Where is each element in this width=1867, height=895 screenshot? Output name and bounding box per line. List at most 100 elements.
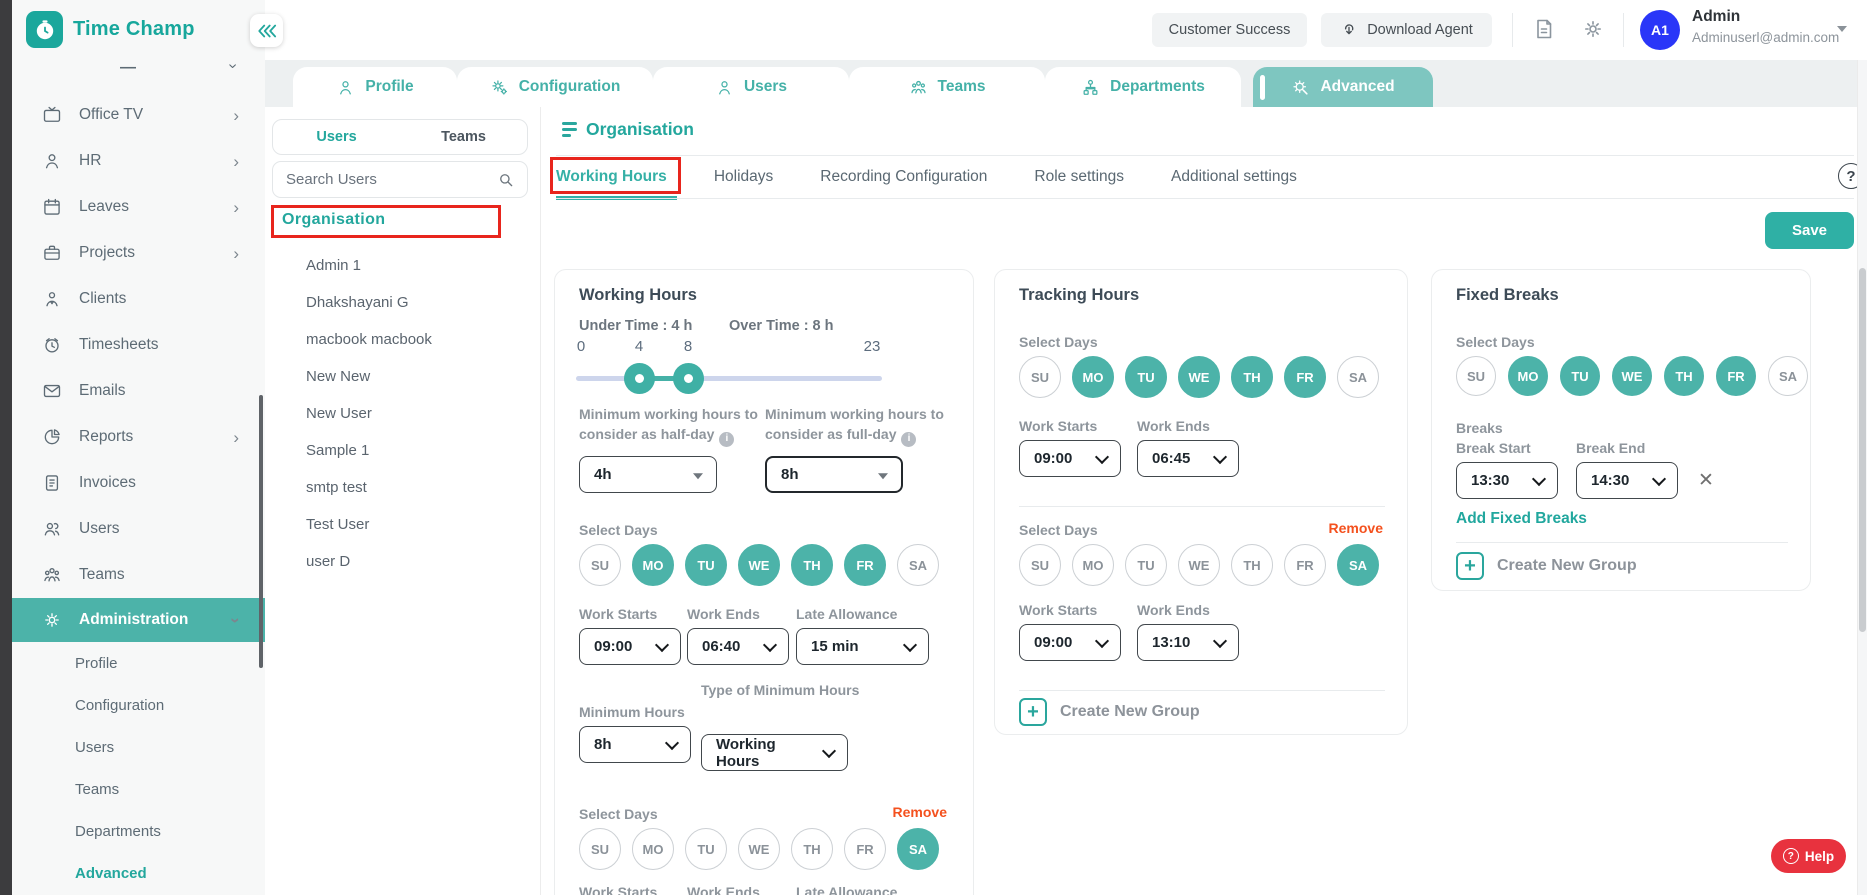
gear-icon[interactable]	[1581, 17, 1605, 41]
half-day-select[interactable]: 4h	[579, 456, 717, 493]
day-chip[interactable]: WE	[738, 544, 780, 586]
day-chip[interactable]: FR	[844, 828, 886, 870]
help-fab-button[interactable]: ? Help	[1771, 839, 1846, 873]
sidebar-item-office-tv[interactable]: Office TV ›	[12, 92, 265, 138]
day-chip[interactable]: WE	[738, 828, 780, 870]
work-starts-select[interactable]: 09:00	[1019, 440, 1121, 477]
day-chip[interactable]: FR	[844, 544, 886, 586]
search-input[interactable]	[286, 162, 496, 197]
work-ends-select[interactable]: 06:40	[687, 628, 789, 665]
sidebar-item-users[interactable]: Users	[12, 506, 265, 552]
sidebar-item-hr[interactable]: HR ›	[12, 138, 265, 184]
full-day-select[interactable]: 8h	[765, 456, 903, 493]
day-chip[interactable]: TH	[791, 544, 833, 586]
tab-configuration[interactable]: Configuration	[457, 67, 653, 107]
day-chip[interactable]: FR	[1284, 356, 1326, 398]
remove-break-icon[interactable]: ✕	[1698, 469, 1714, 492]
day-chip[interactable]: SU	[579, 544, 621, 586]
tab-departments[interactable]: Departments	[1045, 67, 1241, 107]
day-chip[interactable]: TH	[1231, 544, 1273, 586]
work-ends-select[interactable]: 06:45	[1137, 440, 1239, 477]
tab-advanced[interactable]: Advanced	[1253, 67, 1433, 107]
subtab-recording-configuration[interactable]: Recording Configuration	[820, 168, 987, 186]
day-chip[interactable]: SA	[897, 544, 939, 586]
sidebar-collapse-button[interactable]	[250, 14, 283, 47]
avatar[interactable]: A1	[1640, 10, 1680, 50]
list-item-user[interactable]: macbook macbook	[306, 321, 530, 358]
sidebar-item-teams[interactable]: Teams	[12, 552, 265, 598]
sidebar-subitem-configuration[interactable]: Configuration	[12, 684, 265, 726]
list-item-user[interactable]: smtp test	[306, 469, 530, 506]
list-item-user[interactable]: user D	[306, 543, 530, 580]
minimum-hours-select[interactable]: 8h	[579, 726, 691, 763]
day-chip[interactable]: MO	[632, 828, 674, 870]
document-icon[interactable]	[1532, 17, 1556, 41]
day-chip[interactable]: FR	[1284, 544, 1326, 586]
sidebar-item-partial[interactable]: — ›	[12, 57, 265, 83]
create-new-group-button[interactable]: + Create New Group	[1456, 552, 1637, 580]
subtab-role-settings[interactable]: Role settings	[1034, 168, 1124, 186]
break-end-select[interactable]: 14:30	[1576, 462, 1678, 499]
day-chip[interactable]: TH	[1664, 356, 1704, 396]
day-chip[interactable]: SA	[1768, 356, 1808, 396]
tab-profile[interactable]: Profile	[293, 67, 457, 107]
tab-teams[interactable]: Teams	[849, 67, 1045, 107]
work-starts-select[interactable]: 09:00	[579, 628, 681, 665]
subtab-additional-settings[interactable]: Additional settings	[1171, 168, 1297, 186]
panel-tab-users[interactable]: Users	[273, 120, 400, 154]
day-chip[interactable]: WE	[1178, 356, 1220, 398]
day-chip[interactable]: MO	[1072, 544, 1114, 586]
day-chip[interactable]: TU	[1125, 356, 1167, 398]
info-icon[interactable]: i	[901, 432, 917, 448]
sidebar-item-invoices[interactable]: Invoices	[12, 460, 265, 506]
late-allowance-select[interactable]: 15 min	[796, 628, 929, 665]
info-icon[interactable]: i	[719, 432, 735, 448]
sidebar-item-administration[interactable]: Administration ›	[12, 598, 265, 642]
day-chip[interactable]: TU	[685, 544, 727, 586]
sidebar-subitem-profile[interactable]: Profile	[12, 642, 265, 684]
subtab-working-hours[interactable]: Working Hours	[556, 168, 667, 186]
panel-tab-teams[interactable]: Teams	[400, 120, 527, 154]
add-fixed-breaks-link[interactable]: Add Fixed Breaks	[1456, 510, 1587, 528]
day-chip[interactable]: SA	[1337, 544, 1379, 586]
day-chip[interactable]: SU	[1019, 544, 1061, 586]
list-item-user[interactable]: Test User	[306, 506, 530, 543]
list-item-user[interactable]: Dhakshayani G	[306, 284, 530, 321]
download-agent-button[interactable]: Download Agent	[1321, 13, 1492, 47]
remove-group-link[interactable]: Remove	[1329, 520, 1383, 536]
day-chip[interactable]: MO	[1508, 356, 1548, 396]
day-chip[interactable]: TU	[1125, 544, 1167, 586]
day-chip[interactable]: TH	[1231, 356, 1273, 398]
list-item-user[interactable]: Sample 1	[306, 432, 530, 469]
work-starts-select[interactable]: 09:00	[1019, 624, 1121, 661]
sidebar-item-projects[interactable]: Projects ›	[12, 230, 265, 276]
hours-slider-track[interactable]	[576, 376, 882, 381]
day-chip[interactable]: WE	[1612, 356, 1652, 396]
sidebar-scrollbar[interactable]	[259, 395, 263, 668]
work-ends-select[interactable]: 13:10	[1137, 624, 1239, 661]
remove-group-link[interactable]: Remove	[893, 804, 947, 820]
sidebar-subitem-teams[interactable]: Teams	[12, 768, 265, 810]
customer-success-button[interactable]: Customer Success	[1152, 13, 1307, 47]
sidebar-item-emails[interactable]: Emails	[12, 368, 265, 414]
sidebar-item-reports[interactable]: Reports ›	[12, 414, 265, 460]
list-item-user[interactable]: New New	[306, 358, 530, 395]
day-chip[interactable]: SU	[1019, 356, 1061, 398]
list-item-user[interactable]: Admin 1	[306, 247, 530, 284]
day-chip[interactable]: TU	[1560, 356, 1600, 396]
day-chip[interactable]: SU	[1456, 356, 1496, 396]
subtab-holidays[interactable]: Holidays	[714, 168, 773, 186]
chevron-down-icon[interactable]	[1837, 26, 1847, 32]
slider-handle-min[interactable]	[624, 363, 655, 394]
day-chip[interactable]: TH	[791, 828, 833, 870]
type-minimum-select[interactable]: Working Hours	[701, 734, 848, 771]
day-chip[interactable]: TU	[685, 828, 727, 870]
day-chip[interactable]: SA	[897, 828, 939, 870]
save-button[interactable]: Save	[1765, 212, 1854, 249]
sidebar-item-timesheets[interactable]: Timesheets	[12, 322, 265, 368]
day-chip[interactable]: WE	[1178, 544, 1220, 586]
day-chip[interactable]: MO	[1072, 356, 1114, 398]
organisation-group-header[interactable]: Organisation	[282, 211, 385, 229]
break-start-select[interactable]: 13:30	[1456, 462, 1558, 499]
sidebar-subitem-advanced[interactable]: Advanced	[12, 852, 265, 894]
